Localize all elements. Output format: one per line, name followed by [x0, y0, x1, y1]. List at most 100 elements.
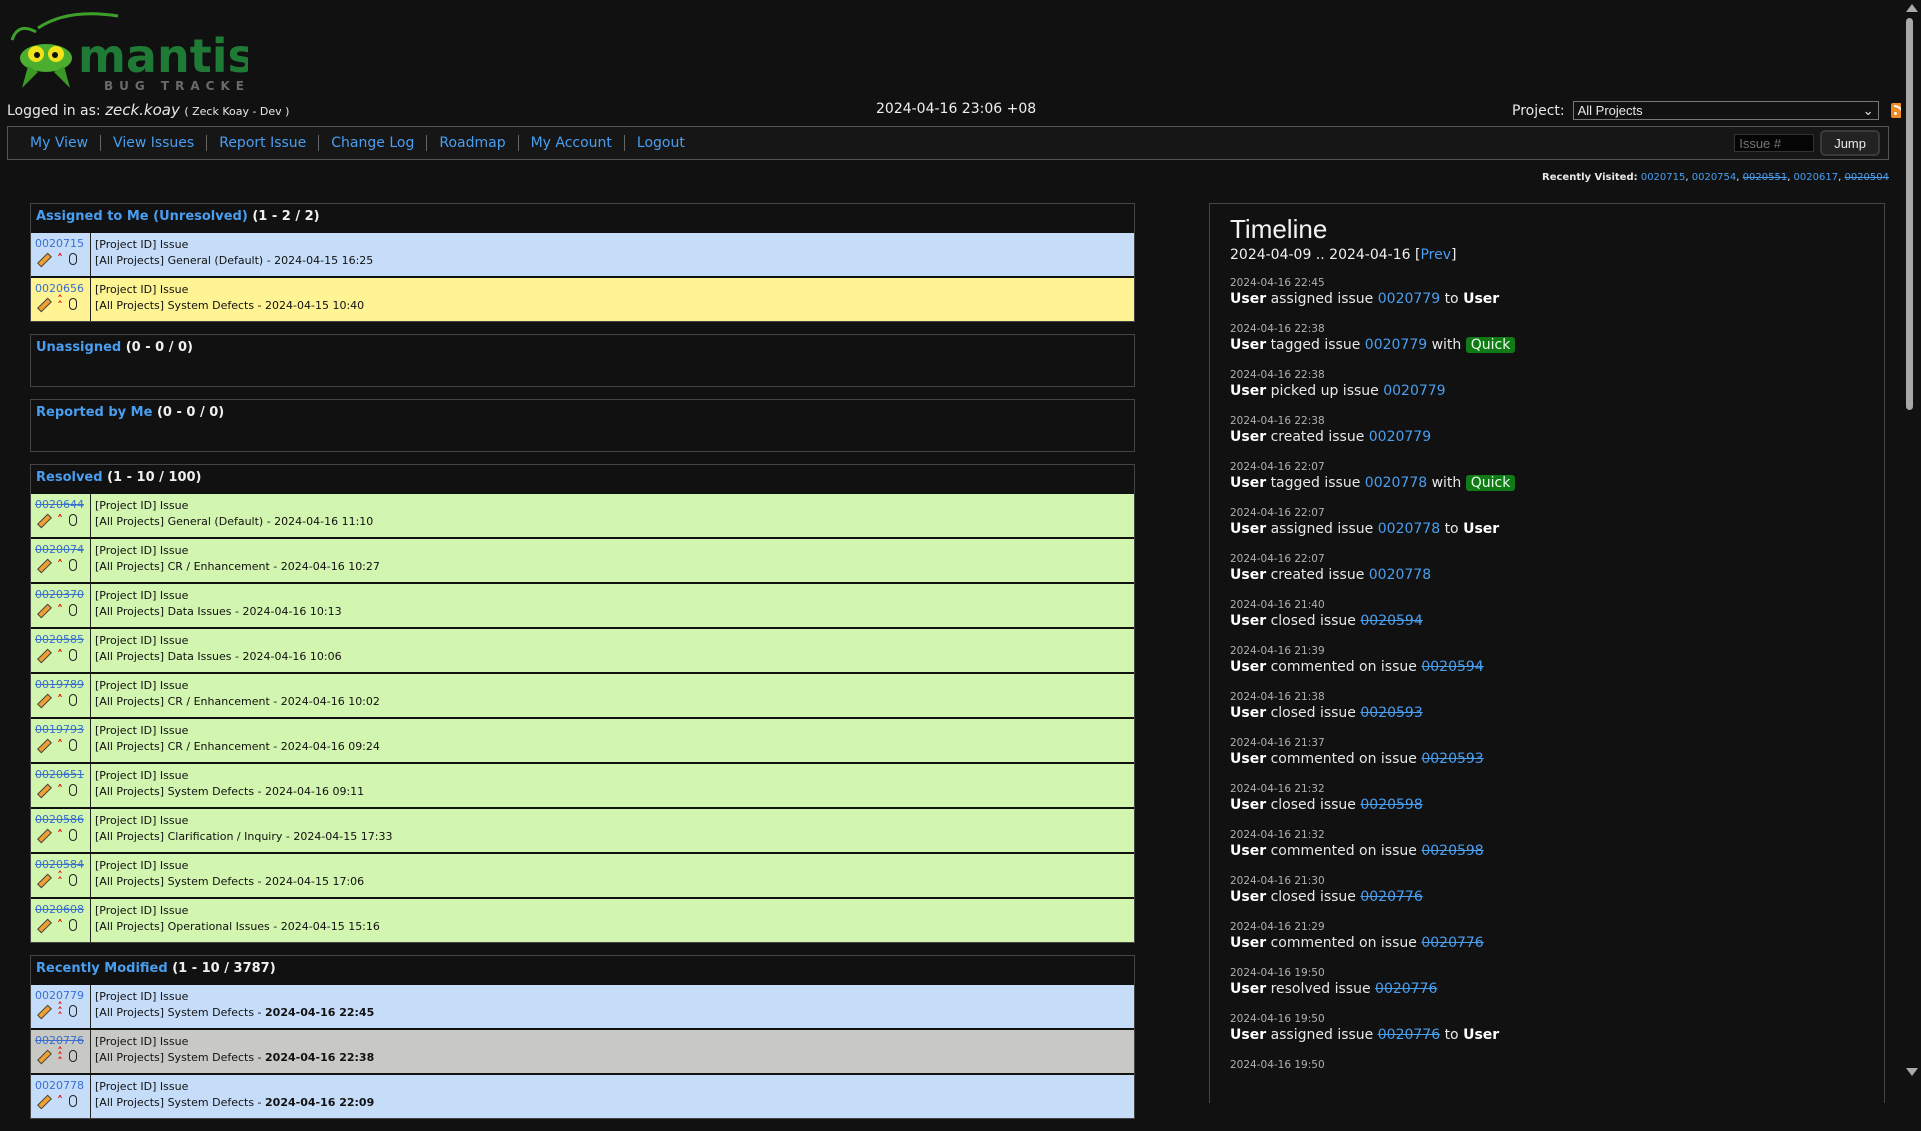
recent-issue-link[interactable]: 0020504: [1844, 172, 1889, 183]
jump-button[interactable]: Jump: [1820, 130, 1880, 156]
recent-issue-link[interactable]: 0020715: [1641, 172, 1686, 183]
project-select[interactable]: All Projects ⌄: [1572, 101, 1879, 120]
timeline-issue-link[interactable]: 0020776: [1375, 981, 1437, 997]
pencil-edit-icon[interactable]: [35, 603, 51, 617]
issue-summary-text[interactable]: [Project ID] Issue: [95, 904, 188, 917]
issue-id-link[interactable]: 0020608: [35, 903, 84, 916]
nav-my-view[interactable]: My View: [24, 135, 102, 151]
box-title-link[interactable]: Assigned to Me (Unresolved): [36, 209, 248, 224]
issue-row: 0020585 ˄ [Project ID] Issue [All Projects]…: [31, 627, 1134, 672]
timeline-entry: 2024-04-16 22:38 User tagged issue 002077…: [1230, 323, 1864, 354]
issue-summary-text[interactable]: [Project ID] Issue: [95, 990, 188, 1003]
nav-report-issue[interactable]: Report Issue: [207, 135, 320, 151]
issue-summary-text[interactable]: [Project ID] Issue: [95, 238, 188, 251]
nav-view-issues[interactable]: View Issues: [101, 135, 208, 151]
issue-id-link[interactable]: 0020585: [35, 633, 84, 646]
timeline-issue-link[interactable]: 0020778: [1378, 521, 1440, 537]
timeline-issue-link[interactable]: 0020779: [1365, 337, 1427, 353]
pencil-edit-icon[interactable]: [35, 693, 51, 707]
issue-number-input[interactable]: [1734, 134, 1815, 152]
timeline-issue-link[interactable]: 0020776: [1421, 935, 1483, 951]
issue-id-link[interactable]: 0020586: [35, 813, 84, 826]
pencil-edit-icon[interactable]: [35, 783, 51, 797]
timeline-issue-link[interactable]: 0020594: [1360, 613, 1422, 629]
pencil-edit-icon[interactable]: [35, 252, 51, 266]
issue-id-link[interactable]: 0020644: [35, 498, 84, 511]
issue-meta: [All Projects] Data Issues - 2024-04-16 …: [95, 604, 1130, 620]
pencil-edit-icon[interactable]: [35, 1004, 51, 1018]
issue-summary: [Project ID] Issue: [95, 498, 1130, 514]
pencil-edit-icon[interactable]: [35, 558, 51, 572]
recent-issue-link[interactable]: 0020617: [1794, 172, 1839, 183]
scrollbar-thumb[interactable]: [1906, 18, 1913, 410]
username-link[interactable]: zeck.koay: [105, 101, 180, 119]
pencil-edit-icon[interactable]: [35, 873, 51, 887]
pencil-edit-icon[interactable]: [35, 828, 51, 842]
pencil-edit-icon[interactable]: [35, 513, 51, 527]
paperclip-attachment-icon: [69, 784, 77, 796]
issue-id-link[interactable]: 0020778: [35, 1079, 84, 1092]
pencil-edit-icon[interactable]: [35, 738, 51, 752]
nav-roadmap[interactable]: Roadmap: [427, 135, 519, 151]
pencil-edit-icon[interactable]: [35, 1049, 51, 1063]
timeline-issue-link[interactable]: 0020598: [1421, 843, 1483, 859]
issue-summary-text[interactable]: [Project ID] Issue: [95, 814, 188, 827]
timeline-issue-link[interactable]: 0020778: [1365, 475, 1427, 491]
timeline-tag[interactable]: Quick: [1465, 337, 1516, 353]
issue-id-link[interactable]: 0020715: [35, 237, 84, 250]
page-scrollbar[interactable]: [1901, 0, 1921, 1080]
issue-id-link[interactable]: 0020651: [35, 768, 84, 781]
timeline-issue-link[interactable]: 0020779: [1383, 383, 1445, 399]
issue-summary: [Project ID] Issue: [95, 1079, 1130, 1095]
box-title-link[interactable]: Resolved: [36, 470, 103, 485]
timeline-issue-link[interactable]: 0020776: [1378, 1027, 1440, 1043]
timeline-issue-link[interactable]: 0020779: [1378, 291, 1440, 307]
box-header: Assigned to Me (Unresolved) (1 - 2 / 2): [31, 204, 1134, 231]
timeline-issue-link[interactable]: 0020778: [1369, 567, 1431, 583]
issue-summary-text[interactable]: [Project ID] Issue: [95, 634, 188, 647]
issue-id-link[interactable]: 0020370: [35, 588, 84, 601]
issue-summary-text[interactable]: [Project ID] Issue: [95, 724, 188, 737]
timeline-issue-link[interactable]: 0020776: [1360, 889, 1422, 905]
scroll-up-arrow-icon[interactable]: [1906, 4, 1918, 12]
timeline-issue-link[interactable]: 0020593: [1360, 705, 1422, 721]
pencil-edit-icon[interactable]: [35, 648, 51, 662]
box-title-link[interactable]: Reported by Me: [36, 405, 152, 420]
pencil-edit-icon[interactable]: [35, 1094, 51, 1108]
timeline-issue-link[interactable]: 0020598: [1360, 797, 1422, 813]
nav-change-log[interactable]: Change Log: [319, 135, 428, 151]
timeline-suffix: to: [1444, 1027, 1459, 1043]
recent-issue-link[interactable]: 0020754: [1692, 172, 1737, 183]
pencil-edit-icon[interactable]: [35, 918, 51, 932]
issue-summary: [Project ID] Issue: [95, 282, 1130, 298]
issue-icons: ˄: [35, 647, 87, 663]
issue-summary-text[interactable]: [Project ID] Issue: [95, 1080, 188, 1093]
issue-summary-text[interactable]: [Project ID] Issue: [95, 589, 188, 602]
box-title-link[interactable]: Recently Modified: [36, 961, 168, 976]
issue-summary-text[interactable]: [Project ID] Issue: [95, 859, 188, 872]
timeline-tag[interactable]: Quick: [1465, 475, 1516, 491]
recent-issue-link[interactable]: 0020551: [1743, 172, 1788, 183]
box-title-link[interactable]: Unassigned: [36, 340, 121, 355]
issue-summary-text[interactable]: [Project ID] Issue: [95, 769, 188, 782]
timeline-issue-link[interactable]: 0020593: [1421, 751, 1483, 767]
issue-summary-text[interactable]: [Project ID] Issue: [95, 283, 188, 296]
issue-summary-text[interactable]: [Project ID] Issue: [95, 544, 188, 557]
issue-meta: [All Projects] System Defects - 2024-04-…: [95, 298, 1130, 314]
issue-id-link[interactable]: 0019789: [35, 678, 84, 691]
timeline-issue-link[interactable]: 0020779: [1369, 429, 1431, 445]
issue-id-link[interactable]: 0019793: [35, 723, 84, 736]
pencil-edit-icon[interactable]: [35, 297, 51, 311]
issue-summary-text[interactable]: [Project ID] Issue: [95, 1035, 188, 1048]
scroll-down-arrow-icon[interactable]: [1906, 1068, 1918, 1076]
nav-logout[interactable]: Logout: [625, 135, 697, 151]
timeline-prev-link[interactable]: Prev: [1420, 247, 1451, 263]
issue-summary-text[interactable]: [Project ID] Issue: [95, 499, 188, 512]
mantis-logo[interactable]: mantis BUG TRACKER: [8, 10, 259, 93]
realname: ( Zeck Koay - Dev ): [184, 105, 290, 118]
timeline-issue-link[interactable]: 0020594: [1421, 659, 1483, 675]
issue-id-link[interactable]: 0020074: [35, 543, 84, 556]
nav-my-account[interactable]: My Account: [519, 135, 625, 151]
issue-summary-text[interactable]: [Project ID] Issue: [95, 679, 188, 692]
timeline-verb: commented on issue: [1270, 843, 1417, 859]
